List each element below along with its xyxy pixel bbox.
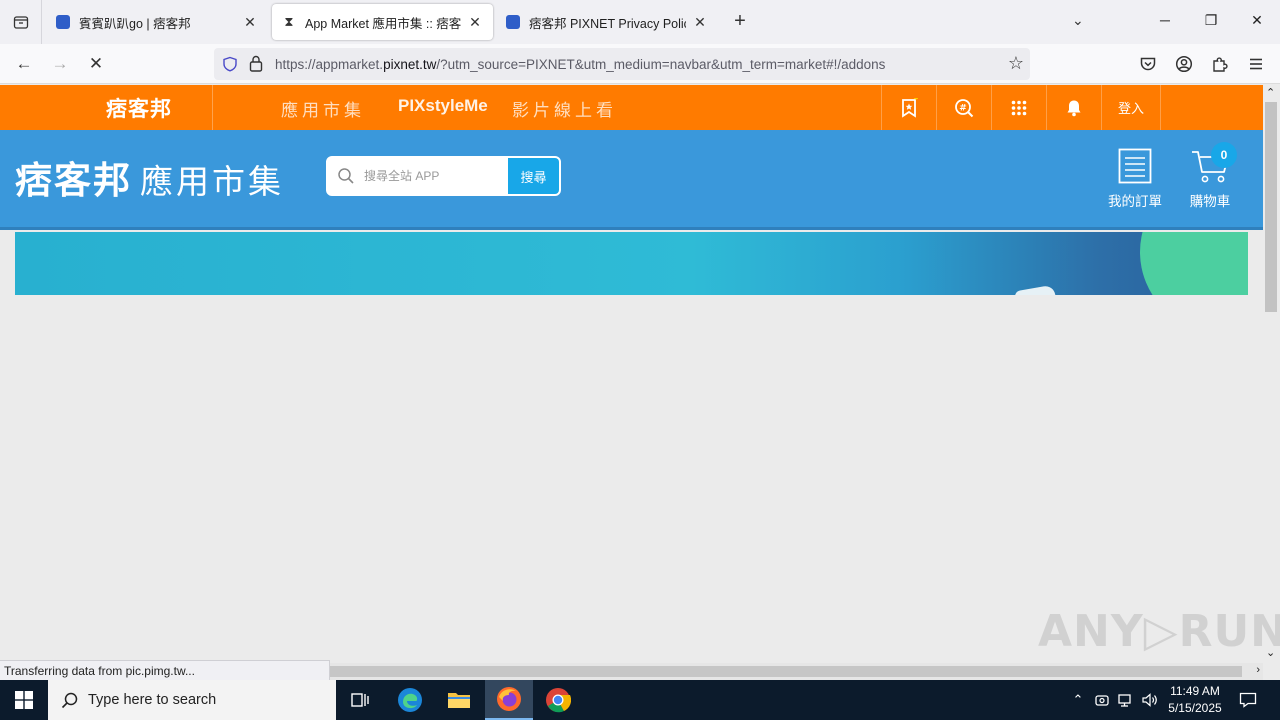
pocket-icon[interactable]: [1139, 55, 1157, 73]
nav-link-app-market[interactable]: 應用市集: [281, 96, 365, 121]
app-search-input[interactable]: [364, 158, 508, 194]
meet-now-icon[interactable]: [1092, 680, 1112, 720]
page-viewport: 痞客邦 應用市集 PIXstyleMe 影片線上看 # 登入 痞客邦 應用市集 搜…: [0, 85, 1263, 663]
taskbar-firefox[interactable]: [485, 680, 533, 720]
tab-close-icon[interactable]: ✕: [467, 14, 483, 31]
banner-decoration: [1140, 232, 1248, 295]
taskbar-edge[interactable]: [386, 680, 434, 720]
folder-icon: [448, 693, 470, 708]
url-text: https://appmarket.pixnet.tw/?utm_source=…: [275, 57, 886, 72]
address-bar[interactable]: https://appmarket.pixnet.tw/?utm_source=…: [214, 48, 1030, 80]
my-orders-button[interactable]: 我的訂單: [1103, 148, 1167, 210]
taskbar-clock[interactable]: 11:49 AM 5/15/2025: [1160, 683, 1230, 717]
app-market-header: 痞客邦應用市集 搜尋 我的訂單 購物車 0: [0, 130, 1263, 230]
restore-button[interactable]: ❐: [1201, 12, 1221, 29]
navigation-toolbar: ← → ✕ https://appmarket.pixnet.tw/?utm_s…: [0, 44, 1280, 84]
tab-title: 痞客邦 PIXNET Privacy Policy: [529, 16, 686, 31]
promo-banner[interactable]: [15, 232, 1248, 295]
stop-loading-icon[interactable]: ✕: [85, 54, 107, 74]
tab-close-icon[interactable]: ✕: [242, 14, 258, 31]
search-icon: [61, 692, 78, 708]
account-icon[interactable]: [1175, 55, 1193, 73]
scrollbar-thumb[interactable]: [330, 666, 1242, 677]
taskbar-search-box[interactable]: Type here to search: [48, 680, 336, 720]
tab-title: 賓賓趴趴go | 痞客邦: [79, 16, 191, 31]
taskbar-search-placeholder: Type here to search: [88, 692, 217, 708]
minimize-button[interactable]: ─: [1155, 12, 1175, 28]
windows-logo-icon: [15, 691, 33, 709]
hashtag-search-icon: #: [955, 98, 974, 117]
task-view-icon: [351, 693, 369, 707]
lock-icon[interactable]: [249, 55, 263, 72]
forward-arrow-icon[interactable]: →: [49, 54, 71, 74]
tab-privacy-policy[interactable]: 痞客邦 PIXNET Privacy Policy ✕: [496, 4, 718, 40]
tab-title: App Market 應用市集 :: 痞客邦: [305, 16, 461, 31]
windows-taskbar: Type here to search ⌃ 11:49 AM 5/15/2025: [0, 680, 1280, 720]
app-market-logo[interactable]: 痞客邦 應用市集: [15, 150, 284, 204]
search-icon: [338, 168, 354, 184]
orders-list-icon: [1118, 148, 1152, 184]
nav-link-pixstyleme[interactable]: PIXstyleMe: [398, 96, 488, 116]
pixnet-logo[interactable]: 痞客邦: [106, 93, 172, 123]
app-search-box: 搜尋: [326, 156, 561, 196]
notification-icon: [1239, 692, 1257, 708]
bell-icon: [1067, 100, 1081, 116]
start-button[interactable]: [0, 680, 48, 720]
list-all-tabs-chevron-icon[interactable]: ⌄: [1072, 12, 1084, 29]
cart-count-badge: 0: [1211, 142, 1237, 168]
bookmark-star-icon[interactable]: ☆: [1008, 53, 1024, 74]
firefox-view-button[interactable]: [0, 0, 42, 44]
network-icon[interactable]: [1116, 680, 1136, 720]
banner-decoration: [1014, 284, 1056, 295]
chrome-icon: [546, 688, 571, 713]
extensions-puzzle-icon[interactable]: [1211, 55, 1229, 73]
apps-grid-button[interactable]: [991, 85, 1046, 130]
search-button[interactable]: 搜尋: [508, 158, 559, 194]
login-button[interactable]: 登入: [1101, 85, 1161, 130]
new-tab-button[interactable]: +: [730, 10, 750, 34]
clock-time: 11:49 AM: [1170, 684, 1220, 698]
tab-app-market[interactable]: ⧗ App Market 應用市集 :: 痞客邦 ✕: [272, 4, 493, 40]
nav-link-video[interactable]: 影片線上看: [512, 96, 617, 121]
nav-divider: [212, 85, 213, 130]
close-window-button[interactable]: ✕: [1247, 12, 1267, 29]
scroll-up-arrow-icon[interactable]: ⌃: [1266, 86, 1275, 99]
notifications-button[interactable]: [1046, 85, 1101, 130]
hamburger-menu-icon[interactable]: [1247, 55, 1265, 73]
pixnet-favicon-icon: [506, 15, 520, 29]
anyrun-watermark: ANY▷RUN: [1038, 606, 1280, 657]
browser-tab-strip: 賓賓趴趴go | 痞客邦 ✕ ⧗ App Market 應用市集 :: 痞客邦 …: [0, 0, 1280, 44]
pixnet-global-nav: 痞客邦 應用市集 PIXstyleMe 影片線上看 # 登入: [0, 85, 1263, 130]
apps-grid-icon: [1011, 100, 1027, 115]
volume-icon[interactable]: [1140, 680, 1160, 720]
taskbar-file-explorer[interactable]: [435, 680, 483, 720]
bookmark-badge-button[interactable]: [881, 85, 936, 130]
clock-date: 5/15/2025: [1168, 701, 1222, 715]
edge-icon: [398, 688, 422, 712]
bookmark-icon: [902, 97, 918, 118]
notification-center-button[interactable]: [1236, 680, 1260, 720]
tab-close-icon[interactable]: ✕: [692, 14, 708, 31]
loading-hourglass-icon: ⧗: [284, 14, 294, 29]
taskbar-chrome[interactable]: [534, 680, 582, 720]
vertical-scrollbar[interactable]: ⌃ ⌄: [1263, 85, 1280, 663]
cart-label: 購物車: [1189, 194, 1231, 209]
task-view-button[interactable]: [336, 680, 384, 720]
horizontal-scrollbar[interactable]: ›: [330, 663, 1263, 680]
pixnet-favicon-icon: [56, 15, 70, 29]
tracking-shield-icon[interactable]: [222, 56, 238, 72]
scroll-right-arrow-icon[interactable]: ›: [1256, 664, 1260, 676]
tray-overflow-chevron-icon[interactable]: ⌃: [1068, 680, 1088, 720]
status-text: Transferring data from pic.pimg.tw...: [0, 660, 330, 681]
hashtag-search-button[interactable]: #: [936, 85, 991, 130]
firefox-view-icon: [13, 16, 28, 29]
my-orders-label: 我的訂單: [1108, 194, 1162, 209]
back-arrow-icon[interactable]: ←: [13, 54, 35, 74]
firefox-icon: [497, 687, 521, 711]
tab-pixnet-blog[interactable]: 賓賓趴趴go | 痞客邦 ✕: [46, 4, 268, 40]
scrollbar-thumb[interactable]: [1265, 102, 1277, 312]
svg-text:#: #: [959, 103, 967, 113]
